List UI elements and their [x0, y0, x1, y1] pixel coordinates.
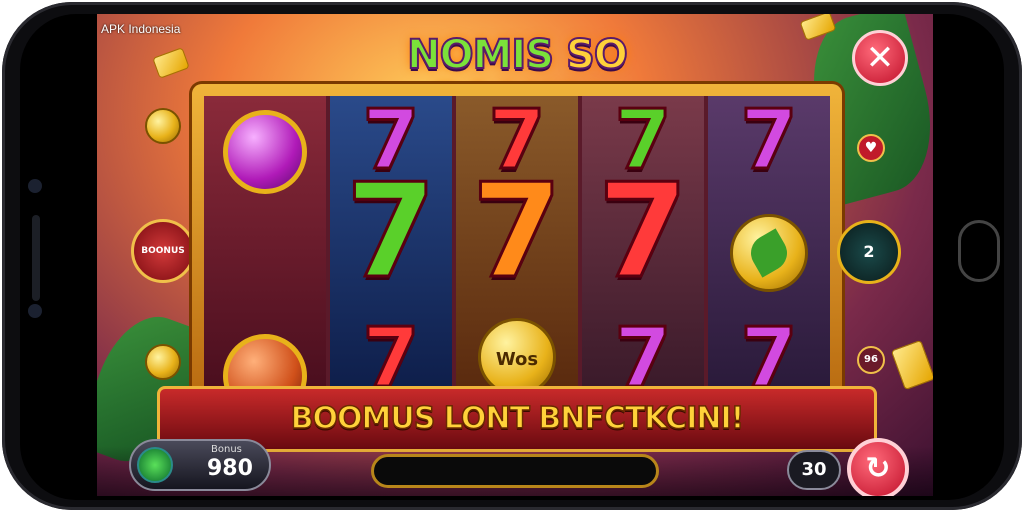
bonus-banner: BOOMUS LONT BNFCTKCINI! — [157, 386, 877, 452]
sensor — [28, 304, 42, 318]
purple-orb-symbol — [223, 110, 307, 194]
multiplier-value: 2 — [863, 242, 875, 261]
reel-5: 7 7 — [708, 96, 830, 390]
orange-orb-symbol — [223, 334, 307, 390]
balance-value: 980 — [207, 456, 253, 481]
front-camera — [28, 179, 42, 193]
seven-symbol: 7 — [470, 155, 563, 307]
reel-4: 7 7 7 — [582, 96, 704, 390]
title-part-1: NOMIS — [406, 31, 555, 79]
game-screen: APK Indonesia NOMIS SO RAANA! ✕ BOONUS 7… — [97, 14, 933, 496]
info-button[interactable]: 96 — [857, 346, 885, 374]
progress-bar — [371, 454, 659, 488]
gold-coin — [145, 108, 181, 144]
bet-value: 30 — [801, 459, 827, 480]
heart-button[interactable]: ♥ — [857, 134, 885, 162]
speaker — [32, 215, 40, 301]
seven-symbol: 7 — [739, 96, 799, 188]
bonus-banner-text: BOOMUS LONT BNFCTKCINI! — [290, 400, 745, 437]
coin-symbol: Wos 78 — [478, 318, 556, 390]
home-button[interactable] — [958, 220, 1000, 282]
gold-bar — [152, 47, 190, 79]
spin-icon: ↻ — [865, 451, 891, 486]
spin-button[interactable]: ↻ — [847, 438, 909, 496]
watermark: APK Indonesia — [101, 22, 181, 36]
bonus-badge[interactable]: BOONUS — [131, 219, 195, 283]
seven-symbol: 7 — [596, 155, 689, 307]
heart-icon: ♥ — [864, 140, 878, 156]
reels: 7 7 7 7 7 Wos 78 7 7 7 7 7 — [204, 96, 830, 390]
seven-symbol: 7 — [361, 311, 421, 390]
gold-bar — [890, 339, 933, 391]
info-value: 96 — [864, 354, 878, 365]
leaf-icon — [744, 228, 794, 278]
seven-symbol: 7 — [613, 311, 673, 390]
slot-machine-frame: 7 7 7 7 7 Wos 78 7 7 7 7 7 — [192, 84, 842, 402]
phone-frame: APK Indonesia NOMIS SO RAANA! ✕ BOONUS 7… — [2, 2, 1022, 510]
reel-1 — [204, 96, 326, 390]
seven-symbol: 7 — [344, 155, 437, 307]
multiplier-button[interactable]: 2 — [837, 220, 901, 284]
seven-symbol: 7 — [739, 311, 799, 390]
balance-display: Bonus 980 — [129, 439, 271, 491]
balance-label: Bonus — [211, 444, 242, 455]
reel-3: 7 7 Wos 78 — [456, 96, 578, 390]
close-button[interactable]: ✕ — [852, 30, 908, 86]
close-icon: ✕ — [865, 38, 895, 78]
leaf-coin-symbol — [730, 214, 808, 292]
bonus-badge-label: BOONUS — [141, 246, 185, 256]
coin-icon — [137, 447, 173, 483]
gold-coin — [145, 344, 181, 380]
reel-2: 7 7 7 — [330, 96, 452, 390]
bet-amount[interactable]: 30 — [787, 450, 841, 490]
